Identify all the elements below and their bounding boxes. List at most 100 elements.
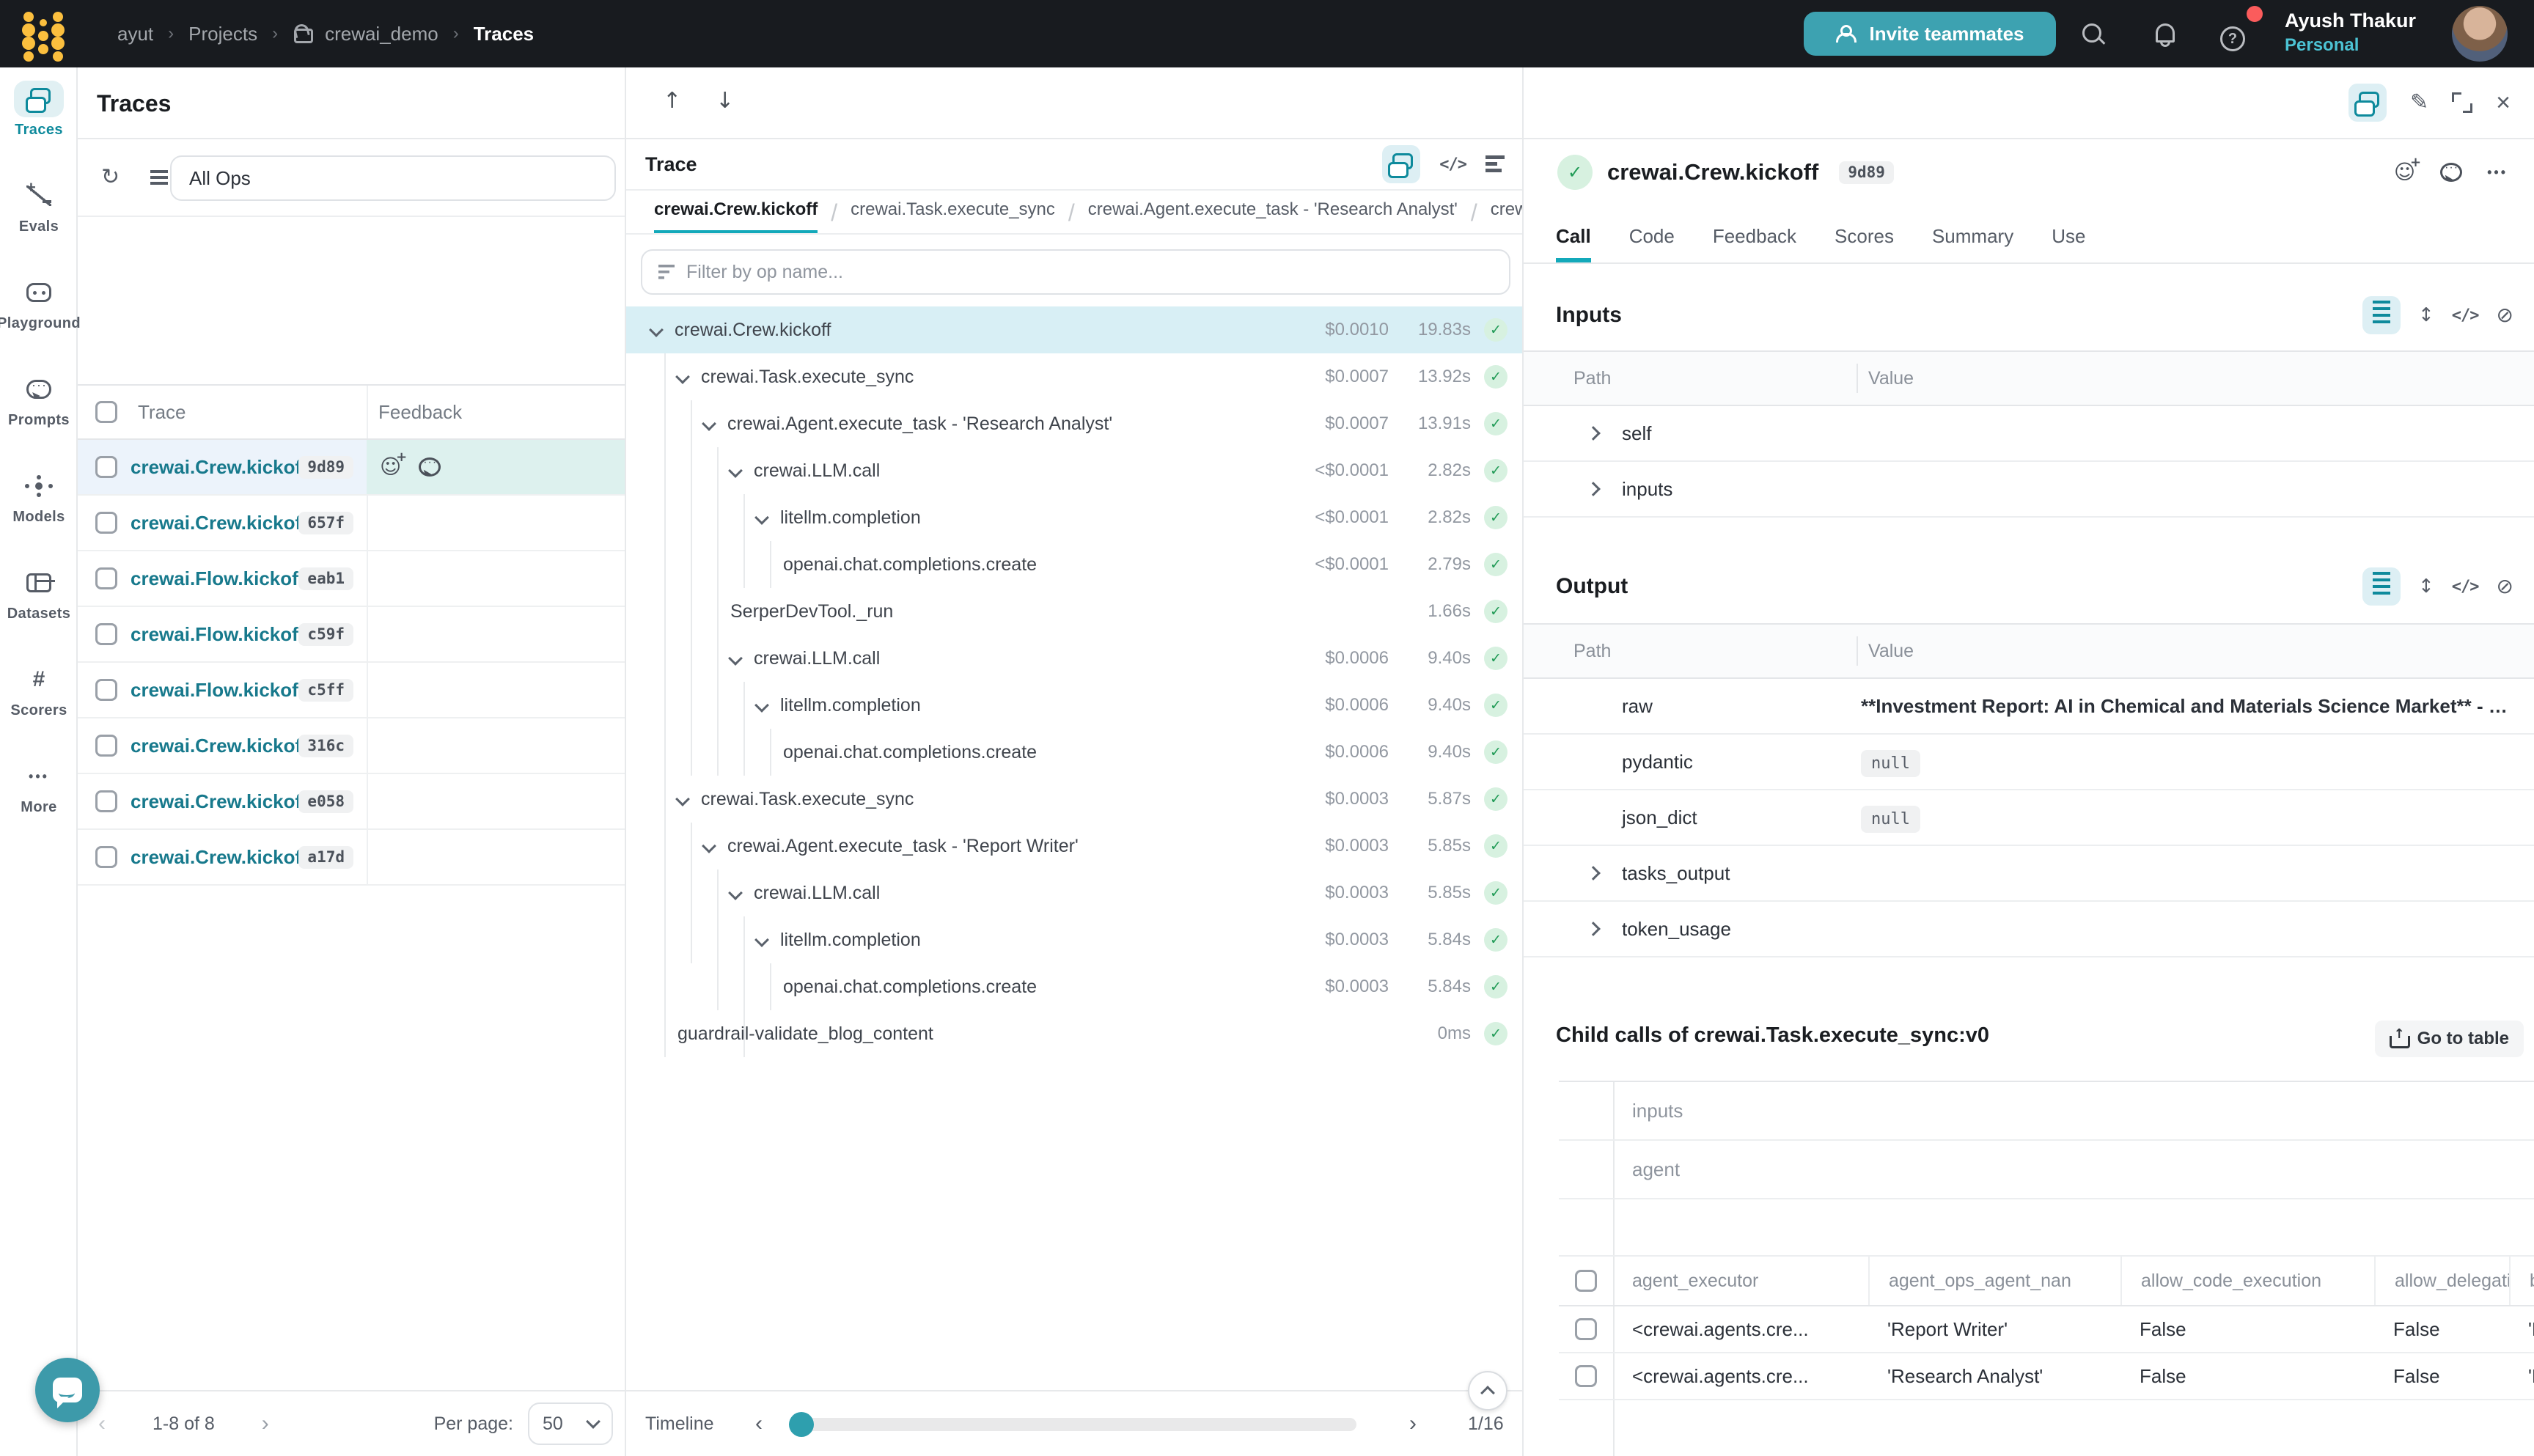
table-row[interactable]: crewai.Flow.kickoff c5ff [78,663,625,718]
comment-icon[interactable] [2440,163,2462,182]
search-icon[interactable] [2081,22,2106,47]
table-row[interactable]: crewai.Crew.kickoff e058 [78,774,625,830]
table-row[interactable]: crewai.Crew.kickoff a17d [78,830,625,886]
chevron-down-icon[interactable] [757,512,780,523]
more-options-icon[interactable]: ••• [2487,166,2508,179]
row-checkbox[interactable] [95,679,117,701]
tree-row[interactable]: crewai.Crew.kickoff$0.001019.83s [626,306,1522,353]
breadcrumb-org[interactable]: ayut [117,23,153,45]
timeline-slider[interactable] [792,1418,1356,1431]
group-row-agent[interactable]: agent [1559,1141,2534,1199]
breadcrumb-project[interactable]: crewai_demo [325,23,438,45]
chevron-down-icon[interactable] [730,466,754,476]
output-row-raw[interactable]: raw **Investment Report: AI in Chemical … [1524,679,2534,735]
tab-call[interactable]: Call [1556,225,1591,262]
tab-op[interactable]: crewai.Agent.execute_task - 'Research An… [1088,191,1458,230]
row-checkbox[interactable] [95,790,117,812]
row-checkbox[interactable] [95,512,117,534]
breadcrumb-projects[interactable]: Projects [188,23,257,45]
output-row-pydantic[interactable]: pydantic null [1524,735,2534,790]
next-trace-arrow-icon[interactable]: ↓ [716,88,734,114]
prev-page-icon[interactable]: ‹ [98,1411,106,1436]
trace-link[interactable]: crewai.Flow.kickoff [131,567,304,590]
column-header[interactable]: b [2509,1257,2534,1305]
tree-row[interactable]: openai.chat.completions.create<$0.00012.… [626,541,1522,588]
sidebar-item-prompts[interactable]: Prompts [0,358,78,455]
table-row[interactable]: <crewai.agents.cre... 'Research Analyst'… [1559,1353,2534,1400]
tab-op[interactable]: crewai.Task.execute_sync [851,191,1055,230]
user-menu[interactable]: Ayush Thakur Personal [2285,7,2416,57]
sidebar-item-traces[interactable]: Traces [0,67,78,164]
sidebar-item-datasets[interactable]: Datasets [0,551,78,648]
sidebar-item-scorers[interactable]: # Scorers [0,648,78,745]
table-row[interactable]: crewai.Crew.kickoff 9d89 ☺ [78,440,625,496]
comment-icon[interactable] [419,457,441,477]
column-header[interactable]: allow_delegation [2374,1257,2509,1305]
trace-link[interactable]: crewai.Crew.kickoff [131,846,308,869]
tree-view-icon[interactable] [1382,145,1420,183]
tree-row[interactable]: crewai.LLM.call$0.00069.40s [626,635,1522,682]
chevron-down-icon[interactable] [704,419,727,429]
chevron-right-icon[interactable] [1588,428,1622,438]
trace-link[interactable]: crewai.Crew.kickoff [131,512,308,534]
tree-row[interactable]: crewai.Task.execute_sync$0.000713.92s [626,353,1522,400]
column-header[interactable]: allow_code_execution [2120,1257,2374,1305]
row-checkbox[interactable] [1575,1318,1597,1340]
row-checkbox[interactable] [95,846,117,868]
next-page-icon[interactable]: › [262,1411,269,1436]
tab-op[interactable]: crewai.Crew.kickoff [654,191,818,235]
group-row-inputs[interactable]: inputs [1559,1082,2534,1141]
sidebar-item-playground[interactable]: Playground [0,261,78,358]
inputs-row-inputs[interactable]: inputs [1524,462,2534,518]
row-checkbox[interactable] [95,456,117,478]
timeline-next-icon[interactable]: › [1409,1411,1417,1436]
trace-link[interactable]: crewai.Crew.kickoff [131,735,308,757]
trace-column-header[interactable]: Trace [138,401,186,424]
invite-teammates-button[interactable]: Invite teammates [1804,12,2056,56]
notifications-bell-icon[interactable] [2151,22,2176,47]
trace-link[interactable]: crewai.Flow.kickoff [131,623,304,646]
tree-row[interactable]: crewai.Agent.execute_task - 'Report Writ… [626,823,1522,869]
row-checkbox[interactable] [1575,1365,1597,1387]
prev-trace-arrow-icon[interactable]: ↑ [663,88,681,114]
inputs-row-self[interactable]: self [1524,406,2534,462]
timeline-slider-handle[interactable] [789,1412,814,1437]
code-view-icon[interactable]: </> [2452,306,2479,325]
chevron-down-icon[interactable] [757,700,780,710]
row-checkbox[interactable] [95,735,117,757]
refresh-icon[interactable]: ↻ [101,166,120,188]
help-icon[interactable]: ? [2220,22,2245,47]
code-view-icon[interactable]: </> [1439,155,1466,174]
trace-link[interactable]: crewai.Flow.kickoff [131,679,304,702]
flame-view-icon[interactable] [1485,155,1505,173]
chevron-down-icon[interactable] [730,653,754,663]
output-row-json-dict[interactable]: json_dict null [1524,790,2534,846]
hide-values-icon[interactable]: ⊘ [2497,305,2513,326]
row-checkbox[interactable] [95,623,117,645]
tree-row[interactable]: guardrail-validate_blog_content0ms [626,1010,1522,1057]
chevron-down-icon[interactable] [757,935,780,945]
chevron-down-icon[interactable] [677,372,701,382]
table-row[interactable]: crewai.Flow.kickoff eab1 [78,551,625,607]
hide-values-icon[interactable]: ⊘ [2497,576,2513,597]
row-checkbox[interactable] [95,567,117,589]
chevron-right-icon[interactable] [1588,868,1622,878]
table-row[interactable]: crewai.Crew.kickoff 316c [78,718,625,774]
feedback-column-header[interactable]: Feedback [378,401,462,424]
close-icon[interactable]: × [2496,90,2511,115]
list-view-icon[interactable] [2362,296,2401,334]
tree-row[interactable]: crewai.LLM.call<$0.00012.82s [626,447,1522,494]
tab-op[interactable]: crewai.LLM.call [1491,191,1522,230]
code-view-icon[interactable]: </> [2452,578,2479,596]
sidebar-item-models[interactable]: Models [0,455,78,551]
tab-use[interactable]: Use [2052,225,2085,262]
select-all-checkbox[interactable] [95,401,117,423]
ops-filter-dropdown[interactable]: All Ops [170,155,616,201]
output-row-token-usage[interactable]: token_usage [1524,902,2534,957]
table-row[interactable]: crewai.Flow.kickoff c59f [78,607,625,663]
support-chat-button[interactable] [35,1358,100,1422]
tree-row[interactable]: openai.chat.completions.create$0.00035.8… [626,963,1522,1010]
tree-row[interactable]: litellm.completion$0.00069.40s [626,682,1522,729]
chevron-down-icon[interactable] [677,794,701,804]
tree-row[interactable]: crewai.Agent.execute_task - 'Research An… [626,400,1522,447]
